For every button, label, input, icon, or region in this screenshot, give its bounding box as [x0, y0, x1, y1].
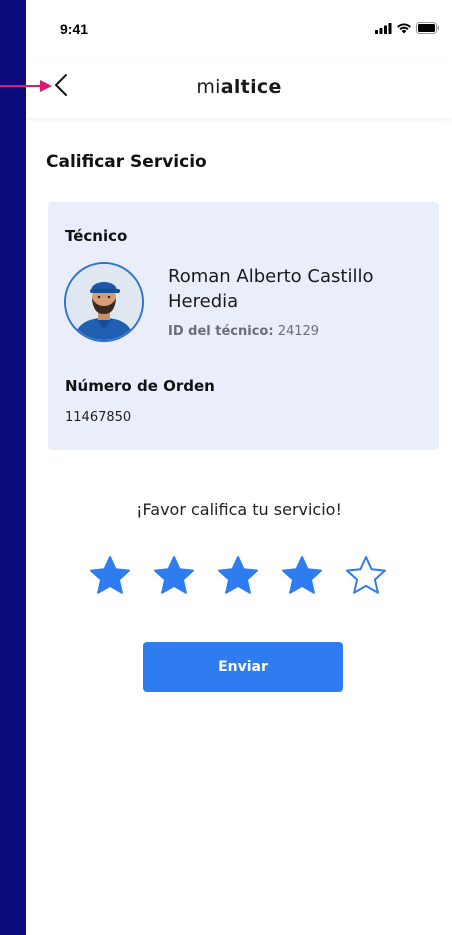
star-filled-icon[interactable]	[216, 554, 260, 598]
order-number-value: 11467850	[65, 410, 132, 425]
order-number-label: Número de Orden	[65, 377, 215, 395]
star-empty-icon[interactable]	[344, 554, 388, 598]
technician-label: Técnico	[65, 227, 128, 245]
rating-prompt: ¡Favor califica tu servicio!	[136, 500, 342, 519]
status-icons	[375, 22, 440, 34]
technician-avatar	[64, 262, 144, 342]
star-filled-icon[interactable]	[152, 554, 196, 598]
technician-id-value: 24129	[277, 324, 320, 339]
star-filled-icon[interactable]	[280, 554, 324, 598]
technician-id-label: ID del técnico:	[168, 324, 274, 339]
submit-button[interactable]: Enviar	[143, 642, 343, 692]
cellular-signal-icon	[375, 22, 392, 34]
star-rating	[88, 554, 388, 598]
brand-logo: mialtice	[26, 76, 452, 98]
brand-main: altice	[220, 76, 282, 98]
annotation-arrow-icon	[0, 80, 52, 92]
technician-card: Técnico Roman Alberto Castillo Heredia I…	[48, 202, 439, 450]
page-title: Calificar Servicio	[46, 152, 207, 172]
technician-id: ID del técnico: 24129	[168, 324, 319, 339]
wifi-icon	[397, 23, 411, 34]
phone-screen: 9:41 mialtice Calificar Servicio Técnico…	[26, 0, 452, 935]
battery-icon	[416, 22, 439, 34]
technician-name: Roman Alberto Castillo Heredia	[168, 266, 374, 312]
brand-prefix: mi	[196, 76, 221, 98]
status-time: 9:41	[60, 21, 89, 37]
star-filled-icon[interactable]	[88, 554, 132, 598]
app-header: mialtice	[26, 60, 452, 118]
status-bar: 9:41	[26, 0, 452, 60]
technician-photo	[66, 264, 142, 340]
